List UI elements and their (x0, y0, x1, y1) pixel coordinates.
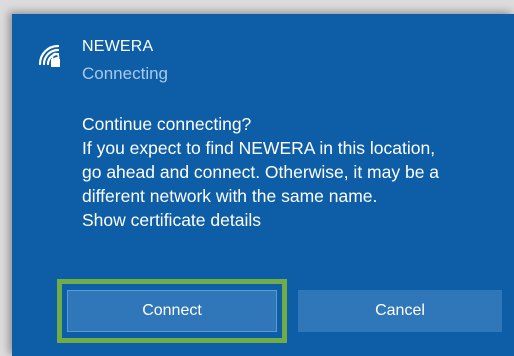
show-certificate-details-link[interactable]: Show certificate details (82, 208, 512, 232)
prompt-body-line: go ahead and connect. Otherwise, it may … (82, 162, 440, 182)
prompt-body-line: different network with the same name. (82, 186, 378, 206)
cancel-button[interactable]: Cancel (298, 290, 502, 332)
network-name: NEWERA (82, 38, 154, 55)
connection-message: Continue connecting? If you expect to fi… (82, 112, 512, 232)
screenshot-frame: NEWERA Connecting Continue connecting? I… (0, 0, 514, 356)
wifi-secured-icon (38, 44, 60, 67)
network-status: Connecting (82, 64, 169, 83)
prompt-question: Continue connecting? (82, 114, 252, 134)
prompt-body-line: If you expect to find NEWERA in this loc… (82, 138, 436, 158)
connect-highlight-outline (57, 279, 287, 343)
